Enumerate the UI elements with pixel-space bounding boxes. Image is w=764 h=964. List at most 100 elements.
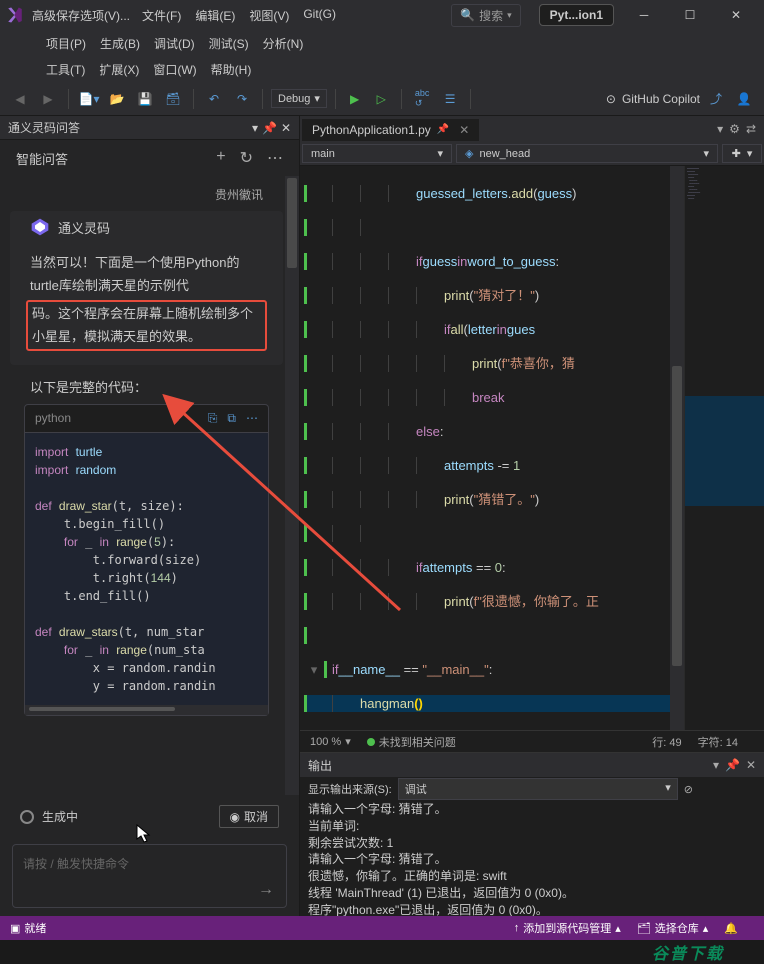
source-control[interactable]: ↑ 添加到源代码管理 ▴: [514, 920, 621, 936]
filename: PythonApplication1.py: [312, 123, 431, 137]
char-count[interactable]: 字符: 14: [698, 734, 738, 750]
zoom-level[interactable]: 100 % ▾: [310, 735, 351, 748]
code-scrollbar-h[interactable]: [29, 707, 175, 711]
issues-status[interactable]: 未找到相关问题: [367, 734, 456, 750]
undo-button[interactable]: ↶: [202, 87, 226, 111]
chat-input[interactable]: 请按 / 触发快捷命令 →: [12, 844, 287, 908]
more-icon[interactable]: ⋯: [267, 148, 283, 168]
output-title: 输出: [308, 757, 332, 774]
redo-button[interactable]: ↷: [230, 87, 254, 111]
config-dropdown[interactable]: Debug▾: [271, 89, 327, 108]
menu-edit[interactable]: 编辑(E): [189, 3, 241, 28]
abc-button[interactable]: abc↺: [410, 87, 434, 111]
output-header: 输出 ▾ 📌 ✕: [300, 753, 764, 777]
mouse-cursor: [136, 824, 152, 844]
insert-icon[interactable]: ⎘: [208, 411, 218, 426]
brand-tag: 贵州徽讯: [10, 184, 283, 211]
dropdown-icon[interactable]: ▾: [717, 122, 723, 136]
watermark: 谷普下载: [0, 940, 764, 964]
generating-label: 生成中: [42, 808, 78, 825]
repo-select[interactable]: 🗂 选择仓库 ▴: [637, 920, 709, 936]
chat-panel: 通义灵码问答 ▾ 📌 ✕ 智能问答 + ↻ ⋯ 贵州徽讯 通义灵码: [0, 116, 300, 942]
forward-button[interactable]: ▶: [36, 87, 60, 111]
editor-body[interactable]: guessed_letters.add(guess) if guess in w…: [300, 166, 764, 730]
menubar-row2: 项目(P) 生成(B) 调试(D) 测试(S) 分析(N): [0, 30, 764, 56]
back-button[interactable]: ◀: [8, 87, 32, 111]
cancel-button[interactable]: ◉ 取消: [219, 805, 280, 828]
pin-icon[interactable]: 📌: [725, 758, 740, 772]
menu-help[interactable]: 帮助(H): [205, 57, 258, 82]
code-area[interactable]: guessed_letters.add(guess) if guess in w…: [300, 166, 684, 730]
menu-build[interactable]: 生成(B): [94, 31, 146, 56]
chevron-down-icon: ▾: [507, 10, 512, 21]
output-source-select[interactable]: 调试▾: [398, 778, 678, 800]
open-button[interactable]: 📂: [105, 87, 129, 111]
code-block: python ⎘ ⧉ ⋯ import turtle import random…: [24, 404, 269, 716]
menu-debug[interactable]: 调试(D): [148, 31, 201, 56]
pin-icon[interactable]: 📌: [262, 121, 277, 135]
account-button[interactable]: 👤: [732, 87, 756, 111]
close-button[interactable]: ✕: [714, 0, 758, 30]
editor-tabs: PythonApplication1.py 📌 ✕ ▾ ⚙ ⇄: [300, 116, 764, 142]
chat-panel-title: 通义灵码问答: [8, 119, 252, 136]
settings-icon[interactable]: ⚙: [729, 122, 740, 136]
github-copilot[interactable]: ⊙ GitHub Copilot: [606, 92, 700, 106]
menu-tools[interactable]: 工具(T): [40, 57, 91, 82]
dropdown-icon[interactable]: ▾: [252, 121, 258, 135]
new-button[interactable]: 📄▾: [77, 87, 101, 111]
send-icon[interactable]: →: [258, 881, 274, 899]
vs-logo-icon: [6, 6, 24, 24]
status-ok-icon: [367, 738, 375, 746]
save-all-button[interactable]: 🗃: [161, 87, 185, 111]
menu-analyze[interactable]: 分析(N): [257, 31, 310, 56]
menu-window[interactable]: 窗口(W): [147, 57, 202, 82]
code-body: import turtle import random def draw_sta…: [25, 433, 268, 705]
file-tab[interactable]: PythonApplication1.py 📌 ✕: [302, 118, 479, 141]
history-icon[interactable]: ↻: [240, 148, 253, 168]
menu-git[interactable]: Git(G): [297, 3, 342, 28]
maximize-button[interactable]: ☐: [668, 0, 712, 30]
close-output-icon[interactable]: ✕: [746, 758, 756, 772]
split-icon: ✚: [732, 147, 741, 160]
line-number[interactable]: 行: 49: [652, 734, 681, 750]
menu-view[interactable]: 视图(V): [243, 3, 295, 28]
search-box[interactable]: 🔍 搜索 ▾: [451, 4, 521, 27]
breadcrumb-member[interactable]: ◈new_head▾: [456, 144, 718, 163]
editor-scrollbar[interactable]: [670, 166, 684, 730]
search-placeholder: 搜索: [479, 7, 503, 24]
pin-icon[interactable]: 📌: [437, 124, 449, 135]
swap-icon[interactable]: ⇄: [746, 122, 756, 136]
search-icon: 🔍: [460, 8, 475, 22]
dropdown-icon[interactable]: ▾: [713, 758, 719, 772]
start-button[interactable]: ▶: [344, 90, 365, 108]
breadcrumb-nav[interactable]: ✚▾: [722, 144, 762, 163]
minimap[interactable]: ▬▬▬▬▬▬▬▬▬▬ ▬▬▬▬▬ ▬▬▬ ▬▬▬▬ ▬▬▬▬▬ ▬▬▬ ▬▬▬▬…: [684, 166, 764, 730]
copy-icon[interactable]: ⧉: [227, 411, 236, 426]
breadcrumb-scope[interactable]: main▾: [302, 144, 452, 163]
ai-response-header: 通义灵码: [10, 211, 283, 243]
start-no-debug-button[interactable]: ▷: [369, 87, 393, 111]
list-button[interactable]: ☰: [438, 87, 462, 111]
close-tab-icon[interactable]: ✕: [459, 123, 469, 137]
copilot-icon: ⊙: [606, 92, 616, 106]
save-button[interactable]: 💾: [133, 87, 157, 111]
more-code-icon[interactable]: ⋯: [246, 411, 258, 426]
titlebar: 高级保存选项(V)... 文件(F) 编辑(E) 视图(V) Git(G) 🔍 …: [0, 0, 764, 30]
output-source-label: 显示输出来源(S):: [308, 781, 392, 797]
menu-extensions[interactable]: 扩展(X): [93, 57, 145, 82]
notifications-icon[interactable]: 🔔: [724, 922, 738, 935]
menu-project[interactable]: 项目(P): [40, 31, 92, 56]
menu-test[interactable]: 测试(S): [203, 31, 255, 56]
solution-tab[interactable]: Pyt...ion1: [539, 4, 614, 26]
menubar-row3: 工具(T) 扩展(X) 窗口(W) 帮助(H): [0, 56, 764, 82]
toolbar: ◀ ▶ 📄▾ 📂 💾 🗃 ↶ ↷ Debug▾ ▶ ▷ abc↺ ☰ ⊙ Git…: [0, 82, 764, 116]
menu-file[interactable]: 文件(F): [136, 3, 187, 28]
minimize-button[interactable]: ─: [622, 0, 666, 30]
share-button[interactable]: ⤴: [704, 87, 728, 111]
code-language: python: [35, 411, 208, 425]
close-panel-icon[interactable]: ✕: [281, 121, 291, 135]
add-icon[interactable]: +: [216, 148, 225, 168]
output-panel: 输出 ▾ 📌 ✕ 显示输出来源(S): 调试▾ ⊘ 请输入一个字母: 猜错了。 …: [300, 752, 764, 942]
clear-icon[interactable]: ⊘: [684, 783, 693, 796]
stop-icon: ◉: [230, 810, 240, 824]
